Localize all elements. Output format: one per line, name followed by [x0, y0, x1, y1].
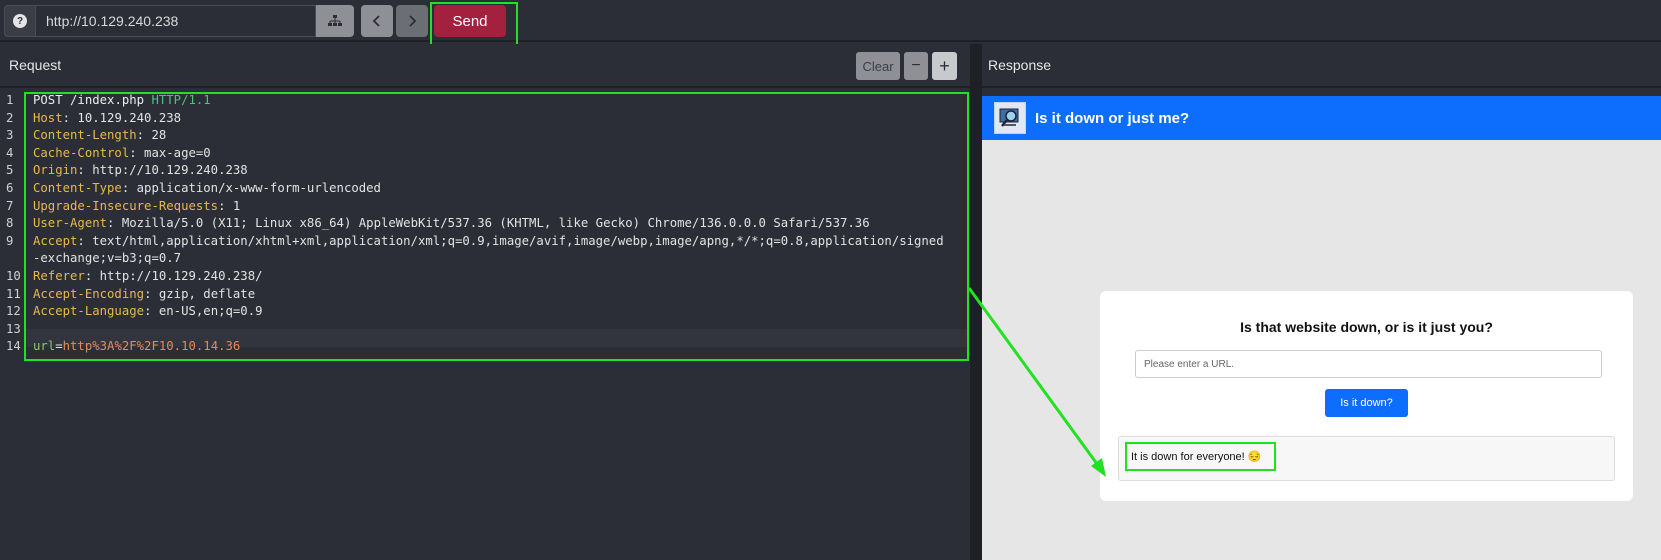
zoom-in-button[interactable]: +	[932, 52, 957, 80]
request-header: Request Clear − +	[0, 44, 970, 88]
code-token: User-Agent	[33, 216, 108, 231]
code-token: Accept-Language	[33, 304, 145, 319]
request-editor[interactable]: 1 POST /index.php HTTP/1.1 2 Host: 10.129.2…	[0, 90, 970, 560]
code-token: Content-Length	[33, 128, 137, 143]
code-line: POST /index.php HTTP/1.1	[33, 93, 211, 107]
panel-divider[interactable]	[970, 44, 982, 560]
code-token: : http://10.129.240.238/	[84, 269, 263, 283]
send-button[interactable]: Send	[434, 5, 506, 37]
help-button[interactable]: ?	[4, 5, 36, 37]
toolbar: ? Send	[0, 0, 1661, 46]
request-title: Request	[9, 57, 62, 73]
line-number: 10	[6, 269, 21, 283]
code-token: : max-age=0	[129, 145, 211, 160]
response-panel: Response Is it down or just me? Is that …	[982, 44, 1661, 560]
target-settings-button[interactable]	[316, 5, 354, 37]
result-message: It is down for everyone! 😔	[1131, 451, 1262, 463]
code-line: Upgrade-Insecure-Requests: 1	[33, 199, 240, 213]
history-forward-button[interactable]	[396, 5, 428, 37]
check-button[interactable]: Is it down?	[1325, 389, 1408, 417]
zoom-out-button[interactable]: −	[904, 52, 928, 80]
line-number: 1	[6, 93, 14, 107]
line-number: 6	[6, 181, 14, 195]
line-number: 11	[6, 286, 21, 301]
code-token: Accept	[33, 233, 78, 248]
code-line: Content-Length: 28	[33, 128, 166, 142]
code-token: Accept-Encoding	[33, 286, 145, 301]
response-title: Response	[988, 57, 1052, 73]
chevron-right-icon	[409, 15, 417, 27]
code-token: Origin	[33, 163, 78, 178]
code-token: : application/x-www-form-urlencoded	[121, 181, 381, 195]
code-token: : gzip, deflate	[144, 286, 256, 301]
code-token: : 10.129.240.238	[62, 110, 182, 125]
code-token: /index.php	[62, 93, 152, 107]
clear-button[interactable]: Clear	[856, 52, 900, 80]
code-token: : Mozilla/5.0 (X11; Linux x86_64) AppleW…	[107, 216, 870, 231]
magnifier-monitor-icon	[999, 108, 1019, 127]
code-line: Cache-Control: max-age=0	[33, 146, 211, 160]
line-number: 9	[6, 233, 14, 248]
line-number: 12	[6, 304, 21, 319]
code-line: -exchange;v=b3;q=0.7	[33, 251, 181, 265]
code-token: : text/html,application/xhtml+xml,applic…	[77, 233, 944, 248]
site-navbar: Is it down or just me?	[982, 96, 1661, 140]
checker-card: Is that website down, or is it just you?…	[1100, 291, 1633, 501]
code-token: http%3A%2F%2F10.10.14.36	[62, 339, 241, 354]
code-token: POST	[33, 93, 63, 107]
history-back-button[interactable]	[361, 5, 393, 37]
network-icon	[328, 15, 342, 26]
line-number: 13	[6, 321, 21, 336]
site-title: Is it down or just me?	[1035, 109, 1190, 127]
code-token: : 28	[136, 128, 167, 143]
result-box: It is down for everyone! 😔	[1118, 436, 1615, 481]
code-line: Accept-Language: en-US,en;q=0.9	[33, 304, 263, 318]
code-token: Cache-Control	[33, 145, 130, 160]
code-token: Upgrade-Insecure-Requests	[33, 198, 219, 213]
code-token: -exchange;v=b3;q=0.7	[33, 251, 182, 266]
code-line: Accept-Encoding: gzip, deflate	[33, 287, 255, 301]
code-token: : en-US,en;q=0.9	[144, 304, 263, 319]
code-line: Referer: http://10.129.240.238/	[33, 269, 263, 283]
url-input[interactable]	[1135, 350, 1602, 378]
response-header: Response	[982, 44, 1661, 88]
target-url-input[interactable]	[36, 5, 316, 37]
code-line: url=http%3A%2F%2F10.10.14.36	[33, 339, 240, 353]
code-line: Host: 10.129.240.238	[33, 111, 181, 125]
line-number: 8	[6, 216, 14, 231]
code-token: =	[55, 339, 63, 354]
code-token: : 1	[218, 198, 241, 213]
code-line: Content-Type: application/x-www-form-url…	[33, 181, 381, 195]
code-token: Host	[33, 110, 63, 125]
code-line: Accept: text/html,application/xhtml+xml,…	[33, 234, 944, 248]
code-line: User-Agent: Mozilla/5.0 (X11; Linux x86_…	[33, 216, 870, 230]
line-number: 4	[6, 145, 14, 160]
help-icon: ?	[13, 14, 27, 28]
line-number: 5	[6, 163, 14, 178]
line-number: 3	[6, 128, 14, 143]
card-title: Is that website down, or is it just you?	[1240, 319, 1493, 335]
code-token: Referer	[33, 269, 85, 283]
line-number: 7	[6, 198, 14, 213]
response-render: Is it down or just me? Is that website d…	[982, 96, 1661, 560]
site-logo	[994, 102, 1026, 134]
chevron-left-icon	[372, 15, 380, 27]
code-token: url	[33, 339, 56, 354]
code-line: Origin: http://10.129.240.238	[33, 163, 248, 177]
code-token: HTTP/1.1	[151, 93, 211, 107]
code-token: Content-Type	[33, 181, 122, 195]
line-number: 2	[6, 110, 14, 125]
request-panel: Request Clear − + 1 POST /index.php HTTP/…	[0, 44, 970, 560]
line-number: 14	[6, 339, 21, 354]
code-token: : http://10.129.240.238	[77, 163, 248, 178]
